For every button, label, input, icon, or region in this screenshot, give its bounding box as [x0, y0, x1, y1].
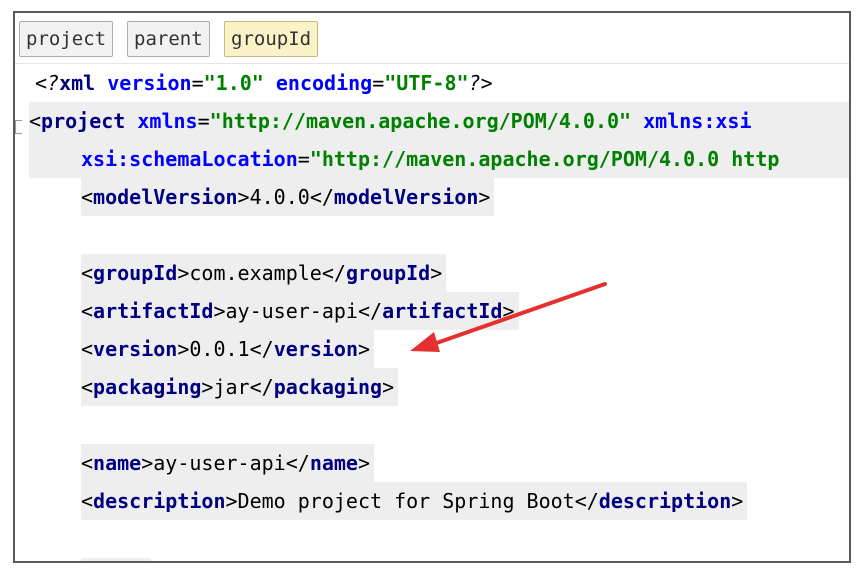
code-line-groupid: <groupId>com.example</groupId> — [81, 254, 447, 292]
code-line-artifactid: <artifactId>ay-user-api</artifactId> — [81, 292, 519, 330]
code-line-partial — [81, 558, 151, 561]
code-line-xml-declaration: <?xml version="1.0" encoding="UTF-8"?> — [35, 71, 493, 95]
breadcrumb: project parent groupId — [15, 13, 849, 64]
code-line-schema-location: xsi:schemaLocation="http://maven.apache.… — [29, 140, 849, 178]
breadcrumb-project[interactable]: project — [19, 21, 114, 57]
code-line-packaging: <packaging>jar</packaging> — [81, 368, 399, 406]
xml-editor-window: project parent groupId <?xml version="1.… — [13, 11, 851, 563]
code-line-project-open: <project xmlns="http://maven.apache.org/… — [29, 102, 849, 140]
code-line-version: <version>0.0.1</version> — [81, 330, 375, 368]
code-editor[interactable]: <?xml version="1.0" encoding="UTF-8"?> <… — [15, 64, 849, 561]
code-line-modelversion: <modelVersion>4.0.0</modelVersion> — [81, 178, 495, 216]
breadcrumb-groupid[interactable]: groupId — [224, 21, 319, 57]
code-line-name: <name>ay-user-api</name> — [81, 444, 375, 482]
breadcrumb-parent[interactable]: parent — [127, 21, 210, 57]
code-line-description: <description>Demo project for Spring Boo… — [81, 482, 748, 520]
fold-marker-icon[interactable] — [15, 120, 22, 134]
